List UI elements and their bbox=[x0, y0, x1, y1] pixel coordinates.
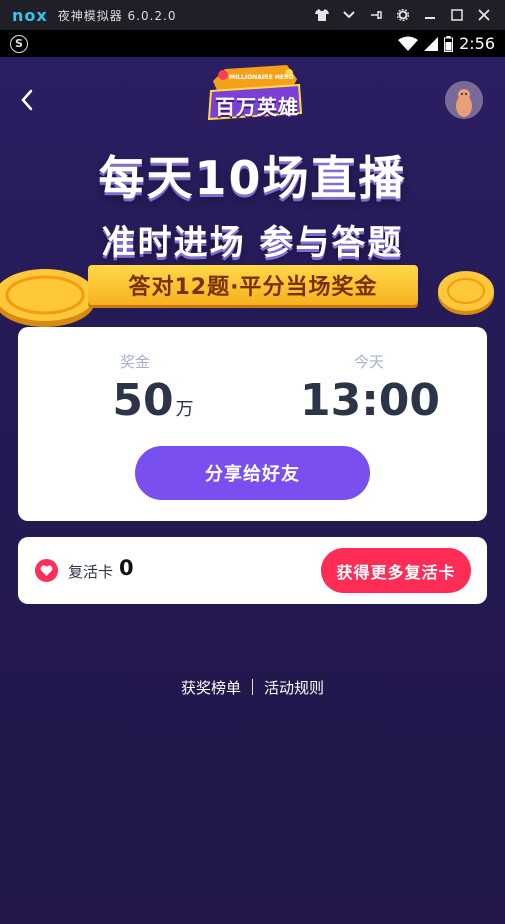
wifi-icon bbox=[398, 36, 419, 51]
revive-count: 0 bbox=[119, 556, 134, 580]
minimize-icon[interactable] bbox=[416, 0, 443, 30]
hero-banner: 每天10场直播 准时进场 参与答题 答对12题·平分当场奖金 bbox=[0, 127, 505, 327]
winners-link[interactable]: 获奖榜单 bbox=[181, 677, 241, 698]
close-icon[interactable] bbox=[470, 0, 497, 30]
emulator-controls bbox=[308, 0, 497, 30]
ribbon-text: 答对12题·平分当场奖金 bbox=[128, 275, 378, 300]
prize-value: 50 bbox=[112, 375, 174, 426]
signal-icon bbox=[424, 36, 439, 51]
chevron-left-icon bbox=[21, 89, 33, 111]
app-notification-icon: S bbox=[10, 34, 28, 53]
coin-left-icon bbox=[0, 269, 95, 327]
revive-card: 复活卡 0 获得更多复活卡 bbox=[18, 537, 487, 604]
prize-amount: 50 万 bbox=[53, 375, 253, 426]
emulator-title-bar: nox 夜神模拟器 6.0.2.0 bbox=[0, 0, 505, 30]
avatar[interactable] bbox=[445, 81, 483, 119]
get-more-revive-button[interactable]: 获得更多复活卡 bbox=[321, 548, 471, 593]
gear-icon[interactable] bbox=[389, 0, 416, 30]
prize-card: 奖金 50 万 今天 13:00 分享给好友 bbox=[18, 327, 487, 521]
heart-icon bbox=[35, 559, 58, 582]
hero-ribbon: 答对12题·平分当场奖金 bbox=[88, 265, 418, 305]
footer-links: 获奖榜单 活动规则 bbox=[0, 675, 505, 699]
footer-divider bbox=[252, 679, 253, 695]
maximize-icon[interactable] bbox=[443, 0, 470, 30]
status-bar: S 2:56 bbox=[0, 30, 505, 57]
emulator-logo: nox bbox=[12, 5, 48, 25]
status-time: 2:56 bbox=[459, 34, 495, 53]
revive-label: 复活卡 bbox=[68, 563, 114, 581]
battery-icon bbox=[444, 35, 454, 52]
prize-label: 奖金 bbox=[119, 353, 150, 371]
prize-unit: 万 bbox=[175, 399, 194, 420]
shirt-icon[interactable] bbox=[308, 0, 335, 30]
pin-icon[interactable] bbox=[362, 0, 389, 30]
status-icons: 2:56 bbox=[398, 30, 495, 57]
rules-link[interactable]: 活动规则 bbox=[264, 677, 324, 698]
logo-text: 百万英雄 bbox=[215, 95, 299, 119]
hero-subheadline: 准时进场 参与答题 bbox=[101, 223, 404, 263]
time-label: 今天 bbox=[353, 353, 384, 371]
share-button[interactable]: 分享给好友 bbox=[135, 446, 370, 500]
coin-right-icon bbox=[438, 271, 494, 315]
time-value: 13:00 bbox=[299, 375, 441, 426]
emulator-title: 夜神模拟器 6.0.2.0 bbox=[57, 8, 177, 23]
logo-subtitle: MILLIONAIRE HERO bbox=[229, 74, 294, 81]
back-button[interactable] bbox=[12, 85, 42, 115]
chevron-down-icon[interactable] bbox=[335, 0, 362, 30]
app-screen: MILLIONAIRE HERO 百万英雄 每天10场直播 准时进场 参与答题 … bbox=[0, 57, 505, 924]
app-logo: MILLIONAIRE HERO 百万英雄 bbox=[205, 61, 305, 127]
hero-headline: 每天10场直播 bbox=[98, 151, 407, 205]
